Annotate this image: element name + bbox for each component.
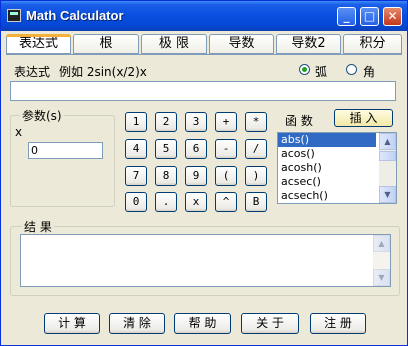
key-plus[interactable]: + — [215, 112, 237, 132]
tab-root[interactable]: 根 — [73, 34, 139, 54]
key-7[interactable]: 7 — [125, 166, 147, 186]
clear-button[interactable]: 清 除 — [109, 313, 165, 334]
tab-limit[interactable]: 极 限 — [141, 34, 207, 54]
functions-listbox[interactable]: abs() acos() acosh() acsec() acsech() ▲ … — [277, 132, 397, 204]
radian-radio[interactable] — [299, 64, 310, 75]
functions-label: 函 数 — [285, 114, 313, 128]
scroll-up-arrow-icon[interactable]: ▲ — [373, 235, 390, 252]
list-item[interactable]: acsec() — [278, 175, 376, 189]
result-output[interactable]: ▲ ▼ — [20, 234, 391, 287]
radian-label: 弧 — [315, 65, 328, 79]
param-var-name: x — [15, 125, 23, 139]
maximize-button[interactable]: □ — [360, 7, 379, 26]
key-8[interactable]: 8 — [155, 166, 177, 186]
scroll-down-arrow-icon[interactable]: ▼ — [379, 186, 396, 203]
key-6[interactable]: 6 — [185, 139, 207, 159]
expression-input[interactable] — [10, 81, 396, 101]
app-window: Math Calculator _ □ ✕ 表达式 根 极 限 导数 导数2 积… — [0, 0, 408, 346]
key-5[interactable]: 5 — [155, 139, 177, 159]
key-close-paren[interactable]: ) — [245, 166, 267, 186]
key-minus[interactable]: - — [215, 139, 237, 159]
calculate-button[interactable]: 计 算 — [44, 313, 100, 334]
degree-radio[interactable] — [346, 64, 357, 75]
tab-integral[interactable]: 积分 — [343, 34, 402, 54]
list-item[interactable]: acos() — [278, 147, 376, 161]
param-value-input[interactable]: 0 — [28, 142, 103, 159]
list-item[interactable]: abs() — [278, 133, 376, 147]
params-group — [10, 115, 115, 207]
key-power[interactable]: ^ — [215, 192, 237, 212]
insert-button[interactable]: 插 入 — [334, 109, 393, 127]
key-1[interactable]: 1 — [125, 112, 147, 132]
params-title: 参数(s) — [20, 107, 64, 124]
key-9[interactable]: 9 — [185, 166, 207, 186]
result-scrollbar[interactable]: ▲ ▼ — [373, 235, 390, 286]
key-0[interactable]: 0 — [125, 192, 147, 212]
calculator-app-icon — [7, 9, 21, 22]
list-item[interactable]: acsech() — [278, 189, 376, 203]
help-button[interactable]: 帮 助 — [174, 313, 231, 334]
param-value: 0 — [31, 144, 38, 157]
close-button[interactable]: ✕ — [383, 7, 402, 26]
key-open-paren[interactable]: ( — [215, 166, 237, 186]
tab-derivative2[interactable]: 导数2 — [276, 34, 341, 54]
tab-expression[interactable]: 表达式 — [6, 34, 71, 54]
title-bar[interactable]: Math Calculator _ □ ✕ — [1, 1, 407, 31]
expression-example: 例如 2sin(x/2)x — [59, 65, 147, 79]
key-dot[interactable]: . — [155, 192, 177, 212]
key-backspace[interactable]: B — [245, 192, 267, 212]
tab-derivative[interactable]: 导数 — [209, 34, 274, 54]
list-item[interactable]: acosh() — [278, 161, 376, 175]
scroll-thumb[interactable] — [379, 151, 396, 161]
expression-label: 表达式 — [14, 65, 51, 79]
window-title: Math Calculator — [26, 8, 124, 23]
key-x[interactable]: x — [185, 192, 207, 212]
result-title: 结 果 — [22, 218, 54, 235]
key-2[interactable]: 2 — [155, 112, 177, 132]
about-button[interactable]: 关 于 — [241, 313, 299, 334]
degree-label: 角 — [363, 65, 376, 79]
key-divide[interactable]: / — [245, 139, 267, 159]
key-multiply[interactable]: * — [245, 112, 267, 132]
key-3[interactable]: 3 — [185, 112, 207, 132]
scroll-up-arrow-icon[interactable]: ▲ — [379, 133, 396, 150]
scroll-down-arrow-icon[interactable]: ▼ — [373, 269, 390, 286]
key-4[interactable]: 4 — [125, 139, 147, 159]
functions-scrollbar[interactable]: ▲ ▼ — [379, 133, 396, 203]
register-button[interactable]: 注 册 — [310, 313, 366, 334]
minimize-button[interactable]: _ — [337, 7, 356, 26]
tab-panel-border — [6, 54, 402, 55]
